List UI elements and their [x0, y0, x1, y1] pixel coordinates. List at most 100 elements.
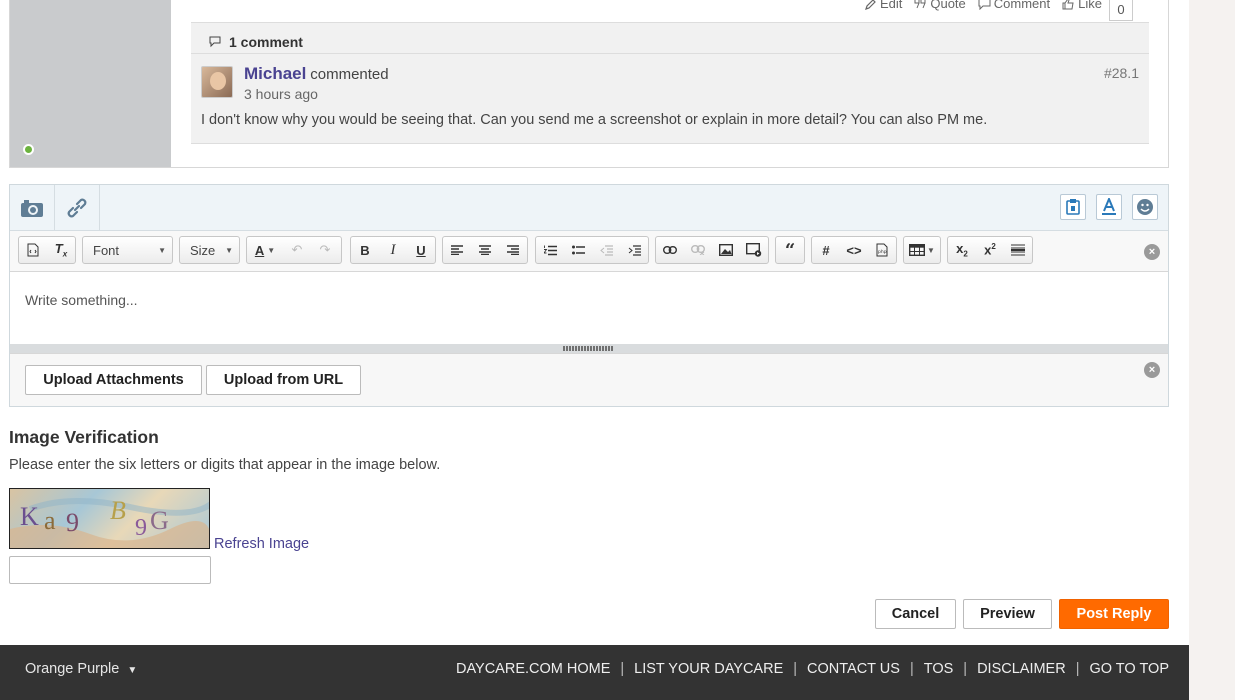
- message-textarea[interactable]: Write something...: [10, 271, 1168, 344]
- like-button[interactable]: Like: [1062, 0, 1102, 11]
- theme-selector[interactable]: Orange Purple ▼: [25, 661, 137, 677]
- divider: |: [963, 661, 968, 677]
- post-actions: Edit Quote Comment Like: [865, 0, 1102, 11]
- avatar[interactable]: [201, 66, 233, 98]
- subscript-button[interactable]: x2: [948, 237, 976, 263]
- toolbar-group-quote: “: [775, 236, 805, 264]
- undo-icon: ↶: [291, 242, 303, 257]
- comments-count: 1 comment: [229, 33, 303, 50]
- code-button[interactable]: <>: [840, 237, 868, 263]
- size-select-label: Size: [190, 242, 216, 258]
- font-select-label: Font: [93, 242, 120, 258]
- unordered-list-button[interactable]: [564, 237, 592, 263]
- code-icon: <>: [846, 242, 862, 258]
- align-left-icon: [451, 245, 463, 255]
- align-left-button[interactable]: [443, 237, 471, 263]
- edit-button[interactable]: Edit: [865, 0, 902, 11]
- link-icon: [67, 198, 87, 217]
- align-center-button[interactable]: [471, 237, 499, 263]
- hash-button[interactable]: #: [812, 237, 840, 263]
- italic-button[interactable]: I: [379, 237, 407, 263]
- comment-author[interactable]: Michael: [244, 64, 306, 83]
- image-verification-description: Please enter the six letters or digits t…: [9, 457, 441, 473]
- preview-button[interactable]: Preview: [963, 599, 1052, 629]
- paste-button[interactable]: [1060, 194, 1086, 220]
- align-right-icon: [507, 245, 519, 255]
- image-verification-title: Image Verification: [9, 427, 159, 447]
- insert-link-button[interactable]: [55, 185, 100, 230]
- theme-name: Orange Purple: [25, 661, 120, 677]
- insert-image-toolbar-button[interactable]: [712, 237, 740, 263]
- upload-from-url-button[interactable]: Upload from URL: [206, 365, 361, 395]
- ordered-list-button[interactable]: [536, 237, 564, 263]
- editor-top-bar: [10, 185, 1168, 231]
- align-right-button[interactable]: [499, 237, 527, 263]
- smilies-button[interactable]: [1132, 194, 1158, 220]
- smiley-icon: [1137, 199, 1153, 215]
- footer-link-contact[interactable]: CONTACT US: [807, 661, 900, 677]
- php-button[interactable]: php: [868, 237, 896, 263]
- source-button[interactable]: [19, 237, 47, 263]
- footer-link-home[interactable]: DAYCARE.COM HOME: [456, 661, 610, 677]
- footer-link-disclaimer[interactable]: DISCLAIMER: [977, 661, 1066, 677]
- video-icon: [746, 243, 762, 257]
- text-color-button[interactable]: A ▼: [247, 237, 283, 263]
- comment-permalink[interactable]: #28.1: [1104, 65, 1139, 81]
- comment-verb: commented: [310, 66, 389, 83]
- unlink-icon: [691, 245, 705, 255]
- message-placeholder: Write something...: [25, 292, 138, 308]
- footer-link-list-daycare[interactable]: LIST YOUR DAYCARE: [634, 661, 783, 677]
- chevron-down-icon: ▼: [158, 245, 166, 255]
- close-toolbar-button[interactable]: ×: [1144, 244, 1160, 260]
- superscript-button[interactable]: x2: [976, 237, 1004, 263]
- quote-button[interactable]: Quote: [914, 0, 966, 11]
- captcha-input[interactable]: [9, 556, 211, 584]
- quote-icon: “: [784, 239, 796, 261]
- comment-icon: [978, 0, 991, 10]
- blockquote-button[interactable]: “: [776, 237, 804, 263]
- close-attachments-button[interactable]: ×: [1144, 362, 1160, 378]
- remove-format-button[interactable]: Tx: [47, 237, 75, 263]
- refresh-image-link[interactable]: Refresh Image: [214, 536, 309, 552]
- online-status-indicator: [23, 144, 34, 155]
- font-select[interactable]: Font ▼: [82, 236, 173, 264]
- like-count: 0: [1109, 0, 1133, 21]
- horizontal-rule-button[interactable]: [1004, 237, 1032, 263]
- divider: |: [1075, 661, 1080, 677]
- cancel-button[interactable]: Cancel: [875, 599, 956, 629]
- toolbar-group-insert: [655, 236, 769, 264]
- comment-button[interactable]: Comment: [978, 0, 1050, 11]
- footer-link-tos[interactable]: TOS: [924, 661, 954, 677]
- comments-header[interactable]: 1 comment: [191, 23, 1149, 54]
- text-format-button[interactable]: [1096, 194, 1122, 220]
- toolbar-group-align: [442, 236, 528, 264]
- footer-link-go-to-top[interactable]: GO TO TOP: [1089, 661, 1169, 677]
- chevron-down-icon: ▼: [225, 245, 233, 255]
- superscript-icon: x2: [984, 242, 996, 258]
- size-select[interactable]: Size ▼: [179, 236, 240, 264]
- clipboard-icon: [1066, 199, 1080, 215]
- indent-icon: [628, 244, 641, 256]
- upload-attachments-button[interactable]: Upload Attachments: [25, 365, 202, 395]
- svg-text:G: G: [150, 506, 169, 535]
- svg-text:K: K: [20, 502, 39, 531]
- close-icon: ×: [1148, 246, 1156, 258]
- underline-button[interactable]: U: [407, 237, 435, 263]
- indent-button[interactable]: [620, 237, 648, 263]
- post-reply-button[interactable]: Post Reply: [1059, 599, 1169, 629]
- ordered-list-icon: [543, 245, 557, 255]
- table-button[interactable]: ▼: [903, 236, 941, 264]
- footer-links: DAYCARE.COM HOME | LIST YOUR DAYCARE | C…: [456, 661, 1169, 677]
- bold-button[interactable]: B: [351, 237, 379, 263]
- insert-image-button[interactable]: [10, 185, 55, 230]
- insert-link-toolbar-button[interactable]: [656, 237, 684, 263]
- quote-icon: [914, 0, 926, 9]
- source-icon: [27, 243, 39, 257]
- undo-button[interactable]: ↶: [283, 237, 311, 263]
- outdent-button[interactable]: [592, 237, 620, 263]
- resize-handle[interactable]: [10, 344, 1168, 353]
- redo-button[interactable]: ↷: [311, 237, 339, 263]
- align-center-icon: [479, 245, 491, 255]
- unlink-button[interactable]: [684, 237, 712, 263]
- insert-video-button[interactable]: [740, 237, 768, 263]
